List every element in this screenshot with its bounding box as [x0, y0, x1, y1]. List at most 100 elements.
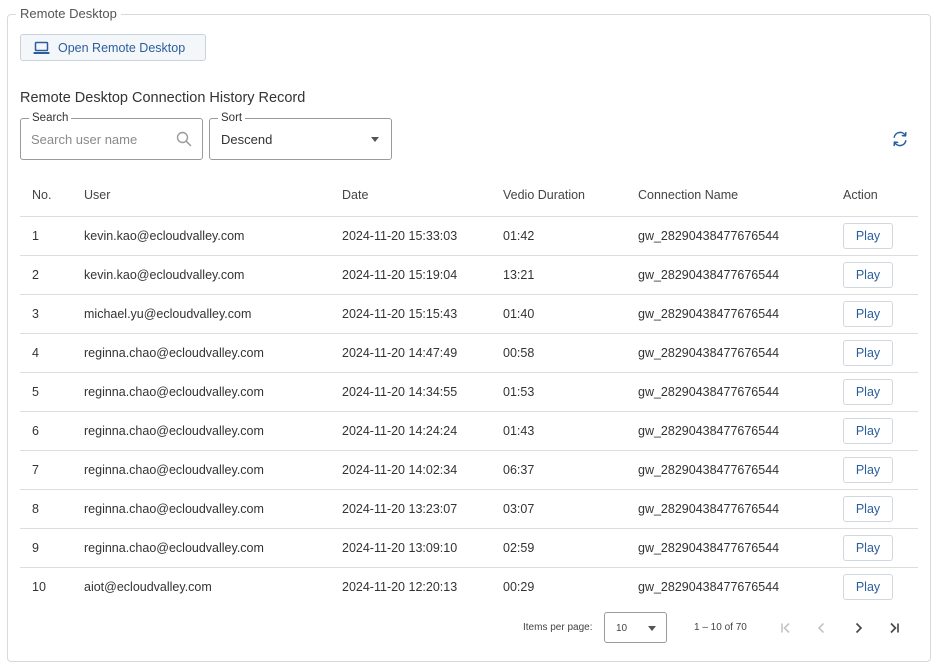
cell-duration: 00:29 [503, 580, 535, 595]
cell-no: 7 [20, 450, 84, 490]
cell-duration: 02:59 [503, 528, 638, 568]
table-header-row: No. User Date Vedio Duration Connection … [20, 175, 918, 217]
cell-date: 2024-11-20 14:34:55 [342, 372, 503, 412]
play-button[interactable]: Play [843, 222, 893, 249]
cell-date: 2024-11-20 12:20:13 [342, 580, 458, 595]
cell-connection: gw_28290438477676544 [638, 450, 843, 490]
cell-connection: gw_28290438477676544 [638, 333, 843, 373]
cell-action: Play [843, 255, 918, 295]
play-button[interactable]: Play [843, 574, 893, 601]
cell-action: Play [843, 528, 918, 568]
search-icon[interactable] [176, 131, 192, 152]
play-button[interactable]: Play [843, 378, 893, 405]
cell-duration: 13:21 [503, 255, 638, 295]
table-row: 2 kevin.kao@ecloudvalley.com 2024-11-20 … [20, 255, 918, 295]
cell-action: Play [843, 333, 918, 373]
cell-no: 9 [20, 528, 84, 568]
sort-select[interactable]: Sort Descend [209, 111, 392, 160]
cell-user: kevin.kao@ecloudvalley.com [84, 216, 342, 256]
column-header-connection: Connection Name [638, 175, 843, 217]
cell-connection: gw_28290438477676544 [638, 489, 843, 529]
chevron-down-icon [648, 626, 656, 631]
cell-action: Play [843, 216, 918, 256]
cell-connection: gw_28290438477676544 [638, 411, 843, 451]
cell-user: reginna.chao@ecloudvalley.com [84, 489, 342, 529]
play-button[interactable]: Play [843, 261, 893, 288]
cell-no: 3 [20, 294, 84, 334]
panel-title: Remote Desktop [16, 6, 121, 22]
cell-no: 1 [20, 216, 84, 256]
table-row: 9 reginna.chao@ecloudvalley.com 2024-11-… [20, 528, 918, 568]
cell-no: 10 [32, 580, 46, 595]
search-input[interactable] [31, 130, 171, 148]
cell-date: 2024-11-20 14:02:34 [342, 450, 503, 490]
cell-connection: gw_28290438477676544 [638, 372, 843, 412]
cell-connection: gw_28290438477676544 [638, 216, 843, 256]
cell-date: 2024-11-20 14:24:24 [342, 411, 503, 451]
search-field[interactable]: Search [20, 111, 203, 160]
cell-user: michael.yu@ecloudvalley.com [84, 294, 342, 334]
page-range-label: 1 – 10 of 70 [694, 622, 747, 633]
first-page-icon[interactable] [777, 619, 795, 637]
column-header-no: No. [20, 175, 84, 217]
cell-user: reginna.chao@ecloudvalley.com [84, 528, 342, 568]
history-table: No. User Date Vedio Duration Connection … [20, 175, 918, 607]
cell-user: reginna.chao@ecloudvalley.com [84, 450, 342, 490]
sort-value: Descend [221, 132, 273, 147]
cell-no: 2 [20, 255, 84, 295]
cell-date: 2024-11-20 13:09:10 [342, 528, 503, 568]
laptop-icon [33, 41, 50, 55]
cell-no: 5 [20, 372, 84, 412]
column-header-duration: Vedio Duration [503, 175, 638, 217]
open-remote-desktop-label: Open Remote Desktop [58, 40, 186, 55]
play-button[interactable]: Play [843, 417, 893, 444]
previous-page-icon[interactable] [813, 619, 831, 637]
last-page-icon[interactable] [885, 619, 903, 637]
open-remote-desktop-button[interactable]: Open Remote Desktop [20, 34, 206, 61]
items-per-page-value: 10 [616, 623, 628, 634]
cell-action: Play [843, 411, 918, 451]
play-button[interactable]: Play [843, 534, 893, 561]
column-header-user: User [84, 175, 342, 217]
sort-label: Sort [218, 111, 246, 125]
table-row: 1 kevin.kao@ecloudvalley.com 2024-11-20 … [20, 216, 918, 256]
cell-connection: gw_28290438477676544 [638, 580, 780, 595]
cell-user: reginna.chao@ecloudvalley.com [84, 411, 342, 451]
table-row: 4 reginna.chao@ecloudvalley.com 2024-11-… [20, 333, 918, 373]
cell-action: Play [843, 567, 918, 607]
cell-user: aiot@ecloudvalley.com [84, 580, 212, 595]
cell-duration: 06:37 [503, 450, 638, 490]
table-row: 7 reginna.chao@ecloudvalley.com 2024-11-… [20, 450, 918, 490]
paginator: Items per page: 10 1 – 10 of 70 [0, 612, 938, 644]
cell-connection: gw_28290438477676544 [638, 528, 843, 568]
cell-date: 2024-11-20 15:19:04 [342, 255, 503, 295]
table-row: 6 reginna.chao@ecloudvalley.com 2024-11-… [20, 411, 918, 451]
play-button[interactable]: Play [843, 456, 893, 483]
cell-date: 2024-11-20 14:47:49 [342, 333, 503, 373]
refresh-icon[interactable] [891, 130, 909, 153]
cell-action: Play [843, 294, 918, 334]
table-row: 8 reginna.chao@ecloudvalley.com 2024-11-… [20, 489, 918, 529]
table-row: 5 reginna.chao@ecloudvalley.com 2024-11-… [20, 372, 918, 412]
chevron-down-icon [371, 137, 379, 142]
cell-duration: 01:53 [503, 372, 638, 412]
cell-user: reginna.chao@ecloudvalley.com [84, 333, 342, 373]
cell-connection: gw_28290438477676544 [638, 255, 843, 295]
cell-duration: 01:40 [503, 294, 638, 334]
play-button[interactable]: Play [843, 339, 893, 366]
cell-connection: gw_28290438477676544 [638, 294, 843, 334]
cell-user: kevin.kao@ecloudvalley.com [84, 255, 342, 295]
cell-action: Play [843, 489, 918, 529]
table-row: 3 michael.yu@ecloudvalley.com 2024-11-20… [20, 294, 918, 334]
play-button[interactable]: Play [843, 495, 893, 522]
next-page-icon[interactable] [849, 619, 867, 637]
cell-date: 2024-11-20 15:15:43 [342, 294, 503, 334]
items-per-page-select[interactable]: 10 [604, 612, 667, 643]
cell-duration: 01:42 [503, 216, 638, 256]
cell-no: 6 [20, 411, 84, 451]
column-header-action: Action [843, 175, 918, 217]
play-button[interactable]: Play [843, 300, 893, 327]
column-header-date: Date [342, 175, 503, 217]
cell-no: 8 [20, 489, 84, 529]
cell-no: 4 [20, 333, 84, 373]
